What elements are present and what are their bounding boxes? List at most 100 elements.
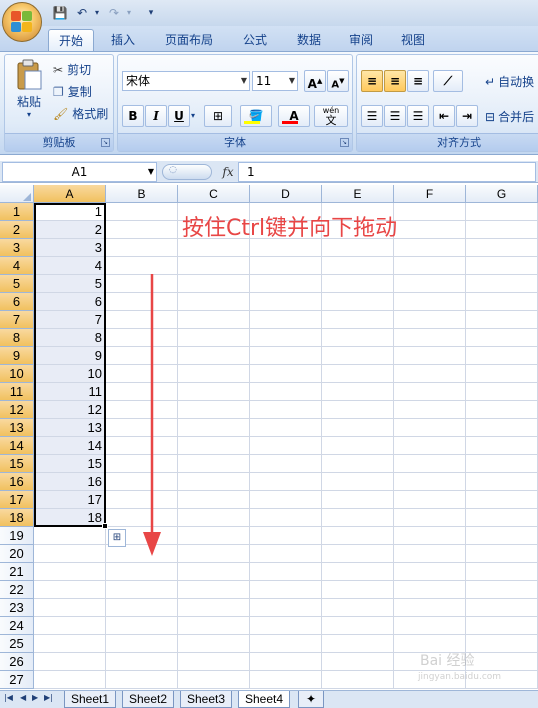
grid-cell[interactable] — [466, 437, 538, 455]
tab-review[interactable]: 审阅 — [338, 29, 384, 52]
first-sheet-icon[interactable]: |◀ — [4, 693, 13, 702]
grid-cell[interactable]: 8 — [34, 329, 106, 347]
grid-cell[interactable] — [322, 365, 394, 383]
grid-cell[interactable] — [394, 221, 466, 239]
grid-cell[interactable] — [250, 347, 322, 365]
grid-cell[interactable] — [250, 437, 322, 455]
grid-cell[interactable] — [178, 419, 250, 437]
grid-cell[interactable] — [250, 581, 322, 599]
underline-dropdown-icon[interactable]: ▾ — [191, 111, 195, 120]
font-color-button[interactable]: A — [278, 105, 310, 127]
grid-cell[interactable] — [178, 347, 250, 365]
grid-cell[interactable] — [250, 365, 322, 383]
prev-sheet-icon[interactable]: ◀ — [20, 693, 26, 702]
row-header[interactable]: 20 — [0, 545, 34, 563]
grid-cell[interactable] — [34, 635, 106, 653]
grid-cell[interactable] — [250, 491, 322, 509]
grid-cell[interactable] — [250, 635, 322, 653]
grid-cell[interactable] — [394, 581, 466, 599]
grid-cell[interactable]: 11 — [34, 383, 106, 401]
grid-cell[interactable] — [178, 563, 250, 581]
paste-button[interactable]: 粘贴 ▾ — [11, 59, 47, 125]
grid-cell[interactable] — [34, 617, 106, 635]
grid-cell[interactable] — [322, 329, 394, 347]
tab-view[interactable]: 视图 — [390, 29, 436, 52]
column-header-f[interactable]: F — [394, 185, 466, 203]
align-left-button[interactable]: ☰ — [361, 105, 383, 127]
row-header[interactable]: 23 — [0, 599, 34, 617]
grid-cell[interactable] — [466, 473, 538, 491]
grow-font-button[interactable]: A▲ — [304, 70, 326, 92]
column-header-g[interactable]: G — [466, 185, 538, 203]
grid-cell[interactable] — [178, 581, 250, 599]
align-bottom-button[interactable]: ≡ — [407, 70, 429, 92]
grid-cell[interactable]: 16 — [34, 473, 106, 491]
row-header[interactable]: 24 — [0, 617, 34, 635]
grid-cell[interactable] — [250, 671, 322, 689]
grid-cell[interactable] — [466, 329, 538, 347]
grid-cell[interactable] — [178, 275, 250, 293]
save-icon[interactable]: 💾 — [52, 5, 68, 21]
grid-cell[interactable] — [178, 671, 250, 689]
row-header[interactable]: 9 — [0, 347, 34, 365]
align-right-button[interactable]: ☰ — [407, 105, 429, 127]
grid-cell[interactable]: 17 — [34, 491, 106, 509]
row-header[interactable]: 5 — [0, 275, 34, 293]
grid-cell[interactable] — [178, 293, 250, 311]
grid-cell[interactable] — [466, 491, 538, 509]
grid-cell[interactable] — [106, 563, 178, 581]
grid-cell[interactable]: 18 — [34, 509, 106, 527]
grid-cell[interactable] — [178, 311, 250, 329]
grid-cell[interactable] — [106, 203, 178, 221]
column-header-c[interactable]: C — [178, 185, 250, 203]
grid-cell[interactable] — [250, 617, 322, 635]
bold-button[interactable]: B — [122, 105, 144, 127]
grid-cell[interactable] — [322, 455, 394, 473]
redo-icon[interactable]: ↷ — [106, 5, 122, 21]
underline-button[interactable]: U — [168, 105, 190, 127]
grid-cell[interactable] — [466, 311, 538, 329]
grid-cell[interactable] — [34, 545, 106, 563]
row-header[interactable]: 1 — [0, 203, 34, 221]
wrap-text-button[interactable]: ↵ 自动换 — [485, 73, 534, 90]
grid-cell[interactable] — [250, 455, 322, 473]
grid-cell[interactable] — [106, 599, 178, 617]
grid-cell[interactable] — [466, 563, 538, 581]
column-header-b[interactable]: B — [106, 185, 178, 203]
grid-cell[interactable] — [250, 383, 322, 401]
row-header[interactable]: 6 — [0, 293, 34, 311]
grid-cell[interactable] — [178, 383, 250, 401]
grid-cell[interactable] — [322, 599, 394, 617]
grid-cell[interactable]: 6 — [34, 293, 106, 311]
insert-function-button[interactable]: fx — [218, 162, 238, 182]
sheet-tab-1[interactable]: Sheet1 — [64, 691, 117, 708]
grid-cell[interactable] — [394, 455, 466, 473]
row-header[interactable]: 25 — [0, 635, 34, 653]
grid-cell[interactable] — [178, 365, 250, 383]
grid-cell[interactable] — [322, 653, 394, 671]
grid-cell[interactable] — [178, 545, 250, 563]
last-sheet-icon[interactable]: ▶| — [44, 693, 53, 702]
grid-cell[interactable]: 2 — [34, 221, 106, 239]
tab-formulas[interactable]: 公式 — [232, 29, 278, 52]
font-size-select[interactable]: 11 ▼ — [252, 71, 298, 91]
row-header[interactable]: 7 — [0, 311, 34, 329]
grid-cell[interactable] — [466, 527, 538, 545]
grid-cell[interactable]: 7 — [34, 311, 106, 329]
grid-cell[interactable] — [322, 527, 394, 545]
copy-button[interactable]: ❐ 复制 — [53, 83, 92, 100]
grid-cell[interactable] — [466, 653, 538, 671]
grid-cell[interactable] — [178, 599, 250, 617]
autofill-options-button[interactable]: ⊞ — [108, 529, 126, 547]
formula-bar-separator[interactable]: ◌ — [162, 164, 212, 180]
sheet-tab-4[interactable]: Sheet4 — [238, 691, 291, 708]
grid-cell[interactable] — [34, 527, 106, 545]
grid-cell[interactable] — [178, 455, 250, 473]
shrink-font-button[interactable]: A▼ — [327, 70, 349, 92]
grid-cell[interactable] — [106, 239, 178, 257]
grid-cell[interactable] — [250, 311, 322, 329]
grid-cell[interactable] — [178, 617, 250, 635]
grid-cell[interactable] — [34, 563, 106, 581]
grid-cell[interactable] — [106, 581, 178, 599]
grid-cell[interactable] — [106, 671, 178, 689]
